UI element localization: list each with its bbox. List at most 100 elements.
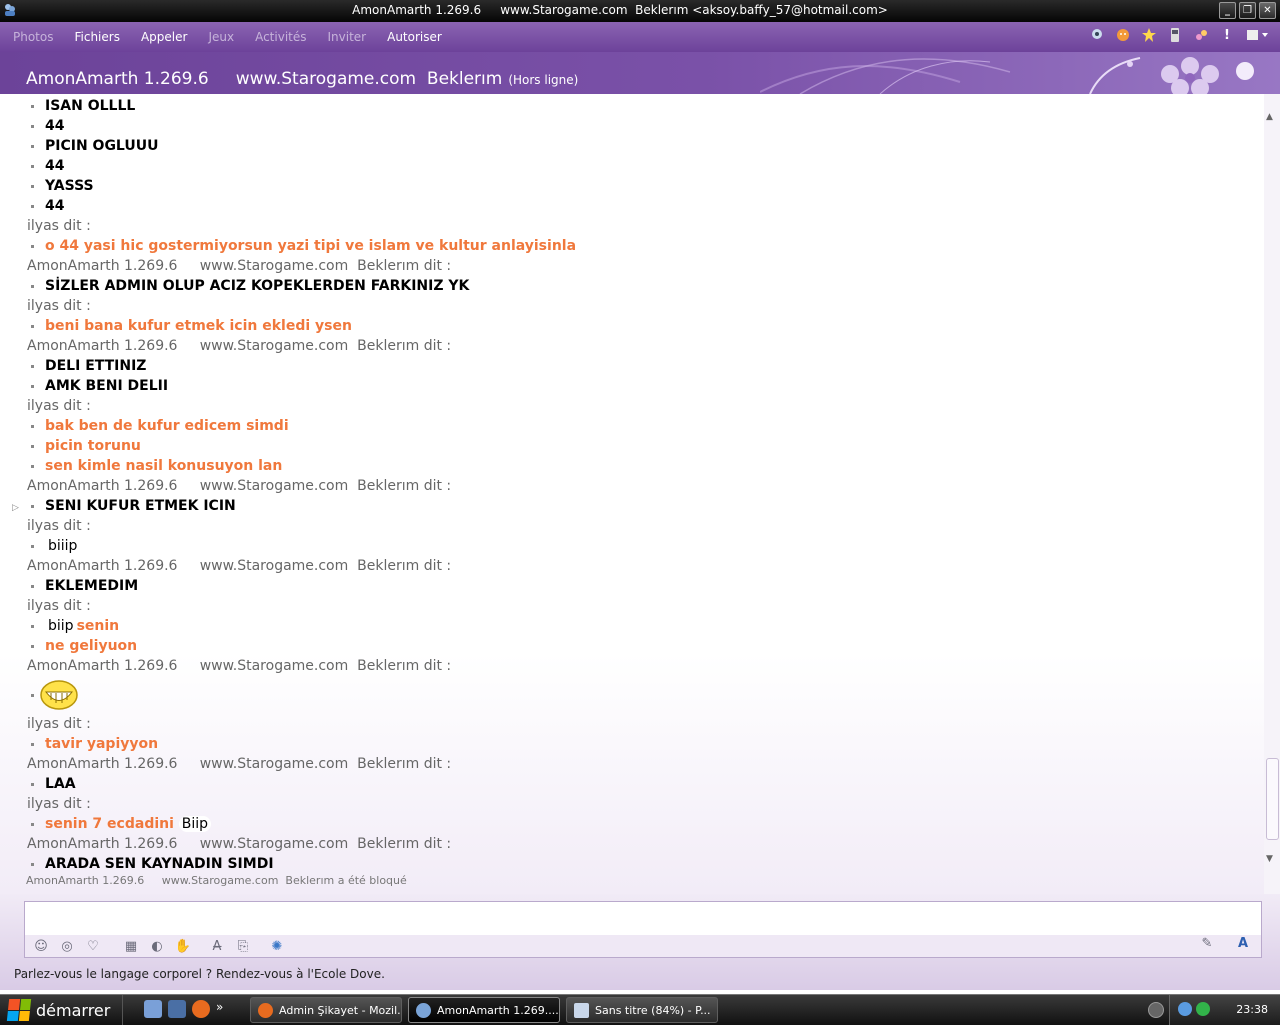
message-row: AMK BENI DELII (31, 376, 168, 396)
message-sender: AmonAmarth 1.269.6 www.Starogame.com Bek… (27, 478, 452, 494)
voice-clip-icon[interactable]: ◎ (57, 939, 77, 954)
tray-expand-icon[interactable] (1148, 1002, 1164, 1018)
message-row: picin torunu (31, 436, 141, 456)
clock: 23:38 (1236, 1003, 1268, 1016)
handwriting-icon[interactable]: ✎ (1197, 936, 1217, 951)
windows-logo-icon (6, 999, 32, 1021)
format-toolbar: ☺ ◎ ♡ ▦ ◐ ✋ A̶ ⎘ ✺ ✎ A (24, 935, 1262, 958)
minimize-button[interactable]: _ (1219, 2, 1236, 19)
bullet (31, 782, 34, 786)
messenger-tray-icon[interactable] (1178, 1002, 1192, 1016)
message-row: EKLEMEDIM (31, 576, 138, 596)
contact-header: AmonAmarth 1.269.6 www.Starogame.com Bek… (0, 52, 1280, 94)
start-button[interactable]: démarrer (0, 995, 123, 1025)
scroll-down-arrow-icon[interactable]: ▼ (1266, 854, 1273, 864)
message-text: AMK BENI DELII (45, 378, 169, 394)
message-text: 44 (45, 158, 65, 174)
message-text: ARADA SEN KAYNADIN SIMDI (45, 856, 274, 872)
bullet (31, 144, 34, 148)
collapse-arrow-icon[interactable]: ▷ (12, 503, 19, 513)
menu-call[interactable]: Appeler (141, 30, 187, 44)
bullet (31, 742, 34, 746)
conversation-scrollbar[interactable]: ▲ ▼ (1264, 94, 1280, 894)
censor-label: biip (45, 618, 77, 634)
message-row: SİZLER ADMIN OLUP ACIZ KOPEKLERDEN FARKI… (31, 276, 469, 296)
taskbar-item-paint[interactable]: Sans titre (84%) - P... (566, 997, 718, 1023)
bullet (31, 324, 34, 328)
conversation-history[interactable]: ISAN OLLLL 44 PICIN OGLUUU 44 YASSS 44 ilyas d… (0, 94, 1264, 894)
taskbar-item-firefox[interactable]: Admin Şikayet - Mozil... (250, 997, 402, 1023)
message-row: beni bana kufur etmek icin ekledi ysen (31, 316, 352, 336)
taskbar-item-messenger[interactable]: AmonAmarth 1.269.... (408, 997, 560, 1023)
message-sender: AmonAmarth 1.269.6 www.Starogame.com Bek… (27, 756, 452, 772)
show-desktop-icon[interactable] (144, 1000, 162, 1018)
bullet (31, 284, 34, 288)
message-text: bak ben de kufur edicem simdi (45, 418, 289, 434)
firefox-icon[interactable] (192, 1000, 210, 1018)
winks-icon[interactable] (1114, 26, 1132, 44)
menu-activities[interactable]: Activités (255, 30, 306, 44)
bullet (31, 504, 34, 508)
start-label: démarrer (36, 1000, 111, 1020)
flower-decoration (760, 57, 1254, 94)
monitor-icon[interactable] (168, 1000, 186, 1018)
message-row: 44 (31, 196, 64, 216)
bullet (31, 164, 34, 168)
message-input[interactable] (24, 901, 1262, 937)
quick-launch: » (144, 1000, 223, 1018)
message-sender: ilyas dit : (27, 298, 91, 314)
message-row: YASSS (31, 176, 94, 196)
security-tray-icon[interactable] (1196, 1002, 1210, 1016)
alert-icon[interactable]: ! (1218, 26, 1236, 44)
menu-block[interactable]: Autoriser (387, 30, 442, 44)
bullet (31, 644, 34, 648)
message-text: ne geliyuon (45, 638, 138, 654)
games-icon[interactable] (1192, 26, 1210, 44)
message-sender: AmonAmarth 1.269.6 www.Starogame.com Bek… (27, 558, 452, 574)
wink-icon[interactable]: ♡ (83, 939, 103, 954)
bullet (31, 184, 34, 188)
nudge-icon[interactable] (1140, 26, 1158, 44)
censor-label: Biip (178, 816, 212, 832)
close-button[interactable]: ✕ (1259, 2, 1276, 19)
scroll-up-arrow-icon[interactable]: ▲ (1266, 112, 1273, 122)
message-row (31, 676, 79, 714)
message-sender: AmonAmarth 1.269.6 www.Starogame.com Bek… (27, 258, 452, 274)
background-icon[interactable]: ▦ (121, 939, 141, 954)
scroll-thumb[interactable] (1266, 758, 1279, 840)
bullet (31, 244, 34, 248)
firefox-icon (258, 1003, 273, 1018)
bullet (31, 364, 34, 368)
phone-icon[interactable] (1166, 26, 1184, 44)
message-sender: ilyas dit : (27, 716, 91, 732)
message-text: beni bana kufur etmek icin ekledi ysen (45, 318, 352, 334)
settings-gear-icon[interactable]: ✺ (267, 939, 287, 954)
bullet (31, 104, 34, 108)
nudge-toolbar-icon[interactable]: ✋ (173, 939, 193, 954)
paste-icon[interactable]: ⎘ (233, 939, 253, 954)
message-text: SENI KUFUR ETMEK ICIN (45, 498, 236, 514)
message-row: biip senin (31, 616, 119, 636)
menu-dropdown-icon[interactable] (1244, 26, 1270, 44)
emoticon-icon[interactable]: ☺ (31, 939, 51, 954)
webcam-icon[interactable] (1088, 26, 1106, 44)
bullet (31, 693, 34, 697)
grin-emoticon-icon (40, 680, 78, 710)
font-icon[interactable]: A̶ (207, 939, 227, 954)
maximize-button[interactable]: ❐ (1239, 2, 1256, 19)
menu-games[interactable]: Jeux (208, 30, 234, 44)
message-row: SENI KUFUR ETMEK ICIN (31, 496, 236, 516)
text-mode-icon[interactable]: A (1233, 936, 1253, 951)
message-text: SİZLER ADMIN OLUP ACIZ KOPEKLERDEN FARKI… (45, 278, 470, 294)
blocked-notice: AmonAmarth 1.269.6 www.Starogame.com Bek… (26, 874, 407, 887)
message-sender: AmonAmarth 1.269.6 www.Starogame.com Bek… (27, 658, 452, 674)
ad-banner[interactable]: Parlez-vous le langage corporel ? Rendez… (14, 967, 385, 981)
menu-photos[interactable]: Photos (13, 30, 53, 44)
quick-launch-expand-icon[interactable]: » (216, 1000, 223, 1018)
message-text: PICIN OGLUUU (45, 138, 159, 154)
menu-invite[interactable]: Inviter (328, 30, 367, 44)
message-text: tavir yapiyyon (45, 736, 159, 752)
window-title-bar[interactable]: AmonAmarth 1.269.6 www.Starogame.com Bek… (0, 0, 1280, 22)
menu-files[interactable]: Fichiers (74, 30, 119, 44)
gift-icon[interactable]: ◐ (147, 939, 167, 954)
